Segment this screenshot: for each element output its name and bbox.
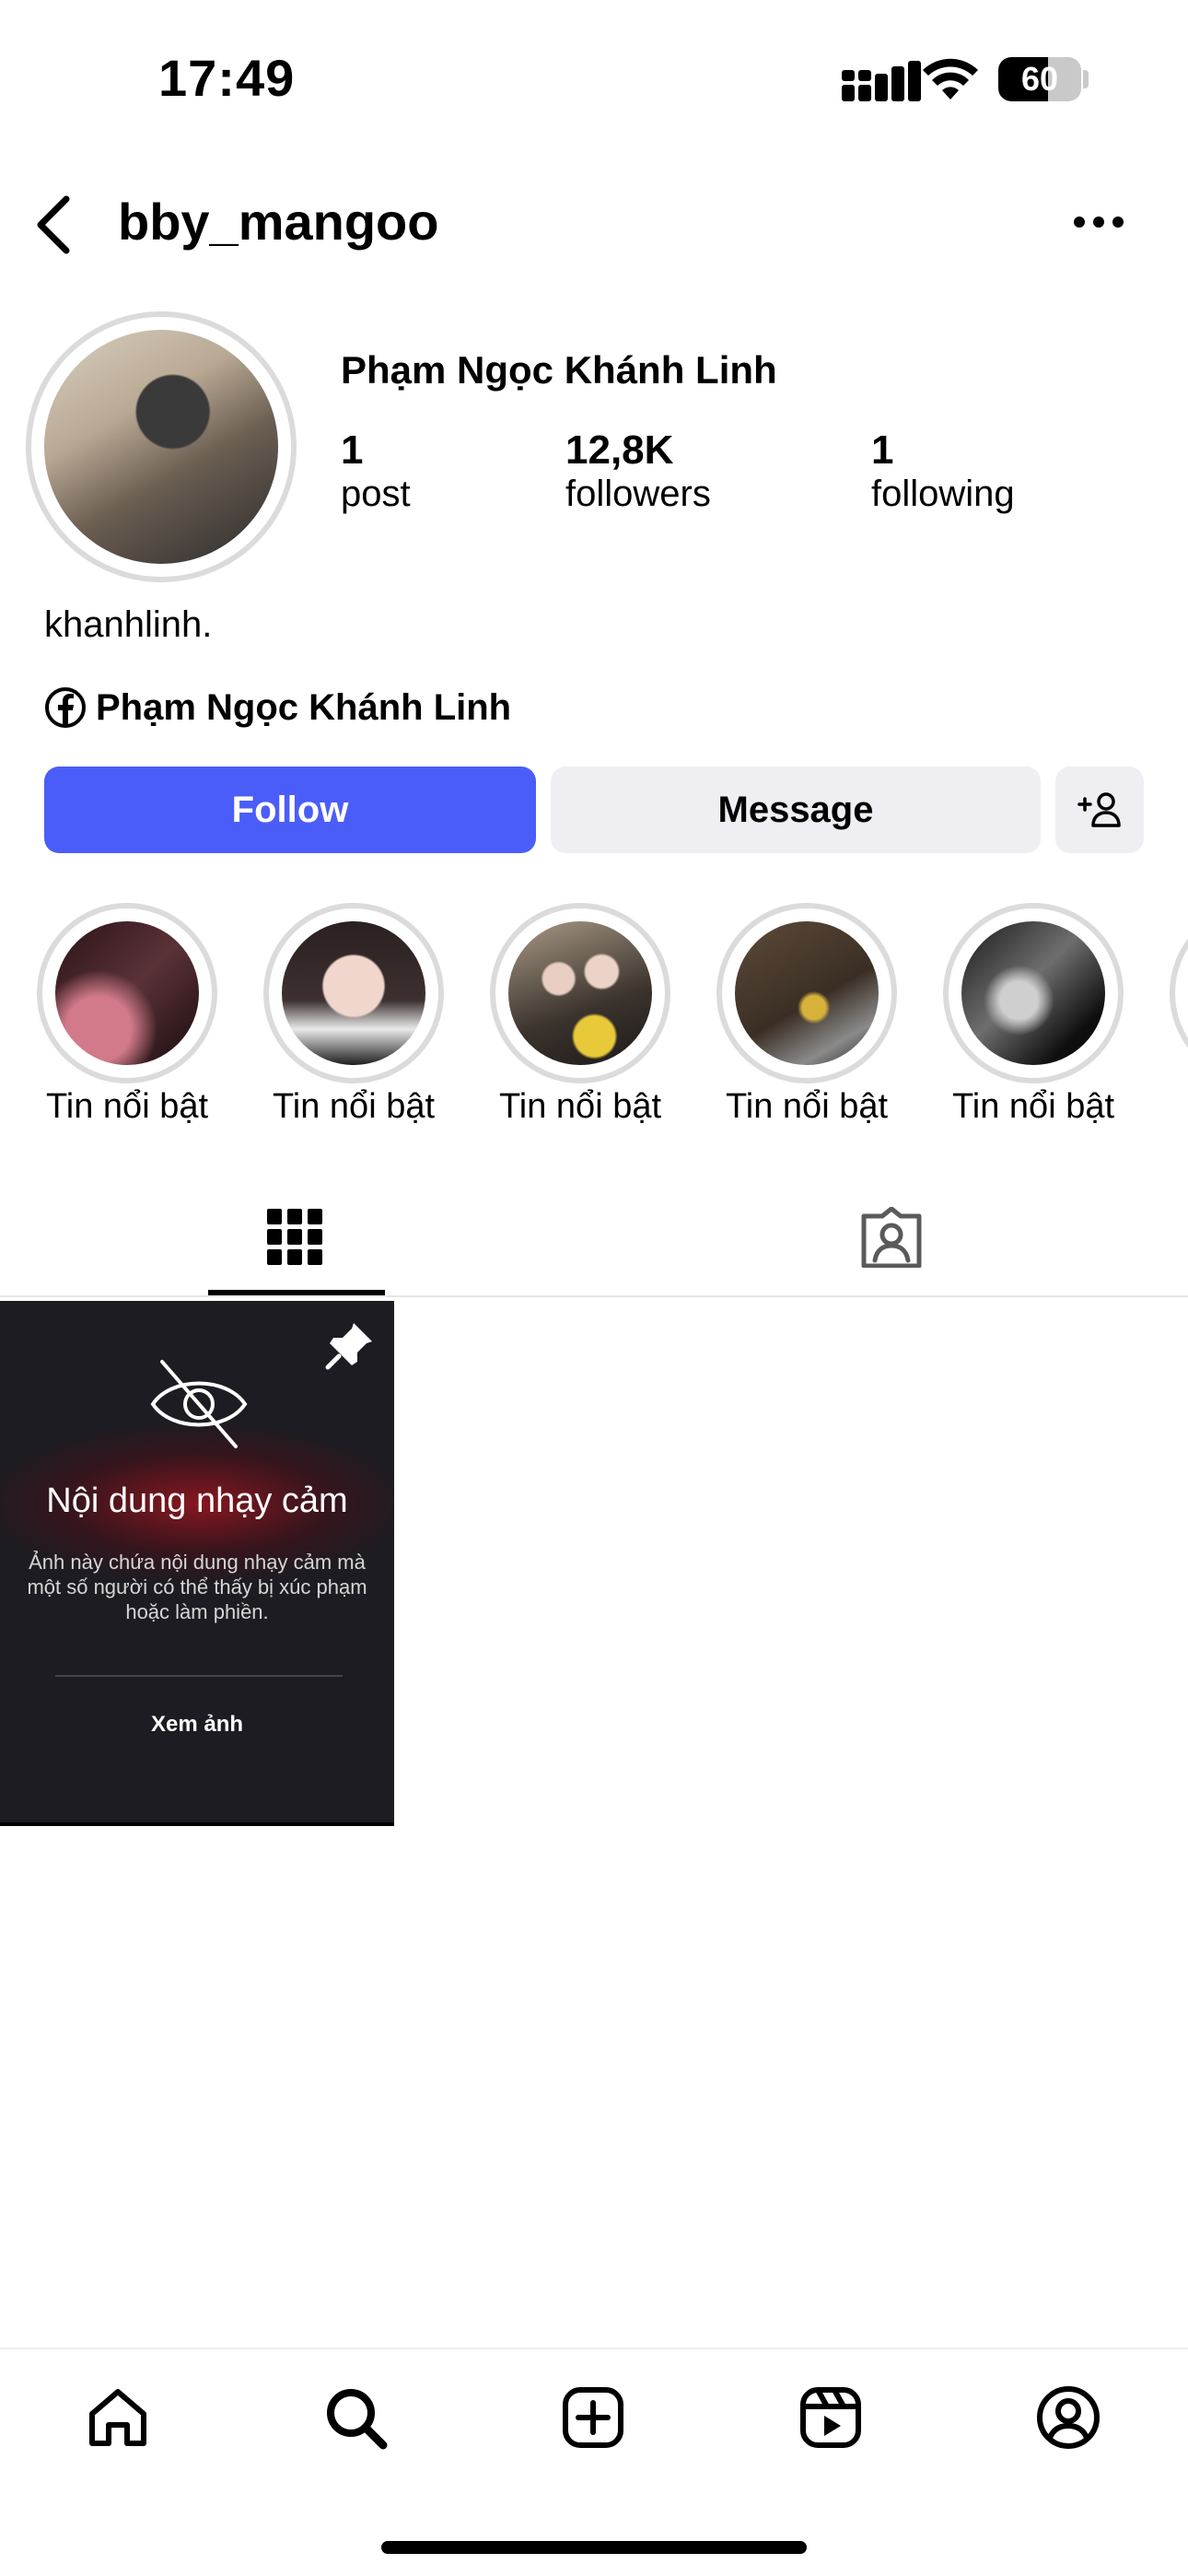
highlight-ring [263, 903, 444, 1083]
highlight-item[interactable]: Tin nổi bật [37, 903, 217, 1126]
highlight-cover [282, 921, 425, 1065]
post-tile-sensitive[interactable]: Nội dung nhạy cảm Ảnh này chứa nội dung … [0, 1301, 394, 1824]
status-time: 17:49 [158, 49, 296, 107]
highlight-label: Tin nổi bật [951, 1087, 1115, 1126]
cellular-signal-icon [842, 61, 921, 101]
stat-posts-label: post [341, 474, 411, 514]
stat-following-count: 1 [871, 427, 894, 473]
highlight-cover [55, 921, 199, 1065]
suggested-accounts-button[interactable] [1055, 767, 1144, 853]
view-photo-button[interactable]: Xem ảnh [0, 1712, 394, 1738]
reels-icon[interactable] [798, 2384, 864, 2451]
tabs-divider [0, 1295, 1188, 1297]
profile-full-name: Phạm Ngọc Khánh Linh [341, 348, 777, 392]
sensitive-content-description: Ảnh này chứa nội dung nhạy cảm mà một số… [9, 1550, 385, 1624]
profile-bio: khanhlinh. [44, 604, 213, 645]
message-button[interactable]: Message [551, 767, 1041, 853]
highlight-ring [37, 903, 217, 1083]
highlight-cover [735, 921, 879, 1065]
highlight-cover [508, 921, 652, 1065]
pin-icon [325, 1323, 372, 1370]
sensitive-content-title: Nội dung nhạy cảm [46, 1481, 348, 1520]
stat-followers-label: followers [565, 474, 711, 514]
avatar[interactable] [44, 330, 278, 564]
highlight-label: Tin nổi bật [498, 1087, 662, 1126]
highlight-item[interactable]: Tin nổi bật [943, 903, 1124, 1126]
highlight-ring [1170, 903, 1188, 1083]
tile-bottom-border [0, 1822, 394, 1826]
highlight-item[interactable]: Tin nổi bật [716, 903, 897, 1126]
search-icon[interactable] [322, 2384, 389, 2451]
highlight-label: Tin nổi bật [725, 1087, 889, 1126]
tile-divider [55, 1675, 343, 1677]
description-line: hoặc làm phiền. [125, 1600, 269, 1623]
wifi-icon [923, 58, 978, 100]
tagged-icon[interactable] [858, 1207, 925, 1268]
highlight-ring [943, 903, 1124, 1083]
more-horizontal-icon[interactable] [1072, 214, 1125, 230]
facebook-link[interactable]: Phạm Ngọc Khánh Linh [44, 684, 511, 732]
follow-button[interactable]: Follow [44, 767, 536, 853]
highlight-label: Tin nổi bật [45, 1087, 209, 1126]
eye-off-icon [150, 1360, 248, 1448]
stat-posts[interactable]: 1 post [341, 427, 411, 515]
highlight-cover [961, 921, 1105, 1065]
create-icon[interactable] [560, 2384, 626, 2451]
stat-followers[interactable]: 12,8K followers [565, 427, 711, 515]
battery-indicator: 60 [998, 57, 1081, 101]
person-add-icon [1077, 792, 1121, 827]
profile-username: bby_mangoo [118, 193, 439, 251]
stat-followers-count: 12,8K [565, 427, 674, 473]
bottom-nav-divider [0, 2348, 1188, 2349]
facebook-icon [45, 687, 86, 728]
highlight-label: Tin nổi bật [272, 1087, 436, 1126]
battery-tip [1083, 70, 1089, 88]
highlight-ring [490, 903, 670, 1083]
description-line: một số người có thể thấy bị xúc phạm [27, 1575, 367, 1598]
highlight-ring [716, 903, 897, 1083]
stat-following-label: following [871, 474, 1015, 514]
home-indicator[interactable] [381, 2541, 807, 2554]
grid-icon[interactable] [267, 1205, 322, 1268]
stat-posts-count: 1 [341, 427, 364, 473]
highlight-item-partial[interactable] [1170, 903, 1188, 1083]
profile-icon[interactable] [1035, 2384, 1101, 2451]
highlight-item[interactable]: Tin nổi bật [263, 903, 444, 1126]
stat-following[interactable]: 1 following [871, 427, 1015, 515]
facebook-name: Phạm Ngọc Khánh Linh [96, 686, 512, 728]
chevron-left-icon[interactable] [33, 195, 74, 254]
home-icon[interactable] [85, 2384, 151, 2451]
battery-percent: 60 [1020, 60, 1059, 98]
highlight-item[interactable]: Tin nổi bật [490, 903, 670, 1126]
description-line: Ảnh này chứa nội dung nhạy cảm mà [29, 1551, 366, 1574]
